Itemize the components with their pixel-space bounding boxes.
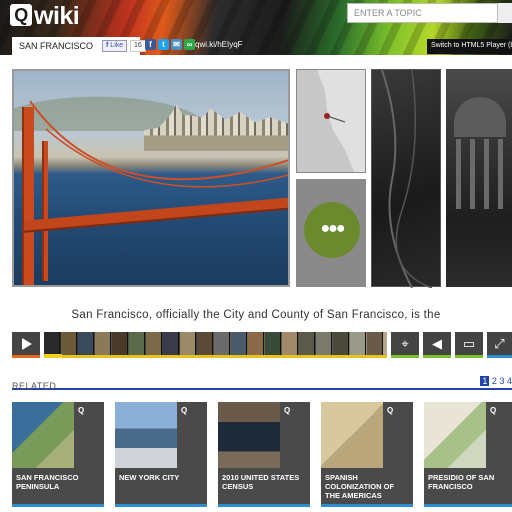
timeline-thumbnail[interactable] <box>265 332 281 355</box>
timeline-thumbnail[interactable] <box>78 332 94 355</box>
qwiki-logo[interactable]: Qwiki <box>10 2 80 31</box>
search-button[interactable] <box>498 3 512 23</box>
share-icons: f t ✉ ∞ <box>145 39 195 53</box>
link-icon[interactable]: ∞ <box>184 39 195 50</box>
bridge-cables <box>29 100 288 188</box>
timeline-thumbnail[interactable] <box>112 332 128 355</box>
fullscreen-icon[interactable]: ⤢ <box>487 332 512 358</box>
topic-tab: SAN FRANCISCO f Like 16 <box>12 37 146 55</box>
golden-gate-photo[interactable] <box>12 69 290 287</box>
related-header: RELATED 1 2 3 4 <box>12 376 512 391</box>
palace-dome <box>454 97 506 137</box>
facebook-icon: f <box>106 42 109 49</box>
card-title: SPANISH COLONIZATION OF THE AMERICAS <box>325 473 395 500</box>
play-icon[interactable] <box>12 332 40 358</box>
card-title: 2010 UNITED STATES CENSUS <box>222 473 300 491</box>
chat-icon[interactable]: ▭ <box>455 332 483 358</box>
timeline-thumbnail[interactable] <box>61 332 77 355</box>
timeline-thumbnail[interactable] <box>231 332 247 355</box>
html5-player-button[interactable]: Switch to HTML5 Player (beta) <box>427 39 512 54</box>
narration-caption: San Francisco, officially the City and C… <box>71 309 441 321</box>
related-label: RELATED <box>12 381 57 391</box>
bridge-deck <box>24 197 288 233</box>
logo-mark: Q <box>10 4 32 26</box>
timeline-thumbnail[interactable] <box>129 332 145 355</box>
page-3[interactable]: 3 <box>499 376 504 386</box>
map-tile[interactable] <box>296 69 366 173</box>
timeline-thumbnail[interactable] <box>163 332 179 355</box>
email-share-icon[interactable]: ✉ <box>171 39 182 50</box>
search-input[interactable]: ENTER A TOPIC <box>347 3 498 23</box>
logo-text: wiki <box>34 2 80 30</box>
media-gallery: ●●● <box>0 67 512 289</box>
timeline-thumbnail[interactable] <box>316 332 332 355</box>
card-thumbnail <box>12 402 74 468</box>
timeline-thumbnail[interactable] <box>350 332 366 355</box>
related-card[interactable]: Q PRESIDIO OF SAN FRANCISCO <box>424 402 512 507</box>
short-url[interactable]: qwi.ki/hEIyqF <box>195 40 243 49</box>
page-1[interactable]: 1 <box>480 376 490 386</box>
header-banner: Qwiki ENTER A TOPIC SAN FRANCISCO f Like… <box>0 0 512 55</box>
page-4[interactable]: 4 <box>507 376 512 386</box>
qwiki-badge-icon: Q <box>181 406 188 415</box>
card-thumbnail <box>218 402 280 468</box>
timeline-thumbnail[interactable] <box>44 332 60 355</box>
twitter-share-icon[interactable]: t <box>158 39 169 50</box>
card-title: PRESIDIO OF SAN FRANCISCO <box>428 473 495 491</box>
timeline-thumbnail[interactable] <box>180 332 196 355</box>
facebook-like-button[interactable]: f Like <box>102 40 128 52</box>
palace-photo-tile[interactable] <box>446 69 512 287</box>
like-count: 16 <box>130 40 146 52</box>
timeline-thumbnail[interactable] <box>95 332 111 355</box>
qwiki-badge-icon: Q <box>490 406 497 415</box>
card-thumbnail <box>115 402 177 468</box>
timeline-scrubber[interactable] <box>44 332 387 358</box>
pagination: 1 2 3 4 <box>480 376 512 386</box>
qwiki-badge-icon: Q <box>78 406 85 415</box>
related-card[interactable]: Q 2010 UNITED STATES CENSUS <box>218 402 310 507</box>
related-card[interactable]: Q NEW YORK CITY <box>115 402 207 507</box>
facebook-share-icon[interactable]: f <box>145 39 156 50</box>
player-controls: ⌖ ◀ ▭ ⤢ <box>0 332 512 358</box>
like-label: Like <box>110 42 124 49</box>
timeline-thumbnail[interactable] <box>367 332 383 355</box>
people-icon: ●●● <box>304 202 360 258</box>
card-title: SAN FRANCISCO PENINSULA <box>16 473 79 491</box>
volume-icon[interactable]: ◀ <box>423 332 451 358</box>
card-title: NEW YORK CITY <box>119 473 180 482</box>
timeline-thumbnail[interactable] <box>333 332 349 355</box>
timeline-thumbnail[interactable] <box>146 332 162 355</box>
card-thumbnail <box>424 402 486 468</box>
timeline-thumbnail[interactable] <box>248 332 264 355</box>
page-2[interactable]: 2 <box>492 376 497 386</box>
aerial-photo-tile[interactable] <box>371 69 441 289</box>
related-card[interactable]: Q SAN FRANCISCO PENINSULA <box>12 402 104 507</box>
qwiki-badge-icon: Q <box>284 406 291 415</box>
people-tile[interactable]: ●●● <box>296 179 366 287</box>
timeline-progress <box>44 354 62 358</box>
timeline-thumbnail[interactable] <box>197 332 213 355</box>
timeline-thumbnail[interactable] <box>299 332 315 355</box>
california-map <box>297 70 365 172</box>
pin-icon[interactable]: ⌖ <box>391 332 419 358</box>
card-thumbnail <box>321 402 383 468</box>
topic-title: SAN FRANCISCO <box>19 41 94 51</box>
related-card[interactable]: Q SPANISH COLONIZATION OF THE AMERICAS <box>321 402 413 507</box>
related-cards: Q SAN FRANCISCO PENINSULA Q NEW YORK CIT… <box>12 402 512 512</box>
qwiki-badge-icon: Q <box>387 406 394 415</box>
aerial-terrain <box>381 69 433 289</box>
timeline-thumbnail[interactable] <box>214 332 230 355</box>
timeline-thumbnail[interactable] <box>282 332 298 355</box>
